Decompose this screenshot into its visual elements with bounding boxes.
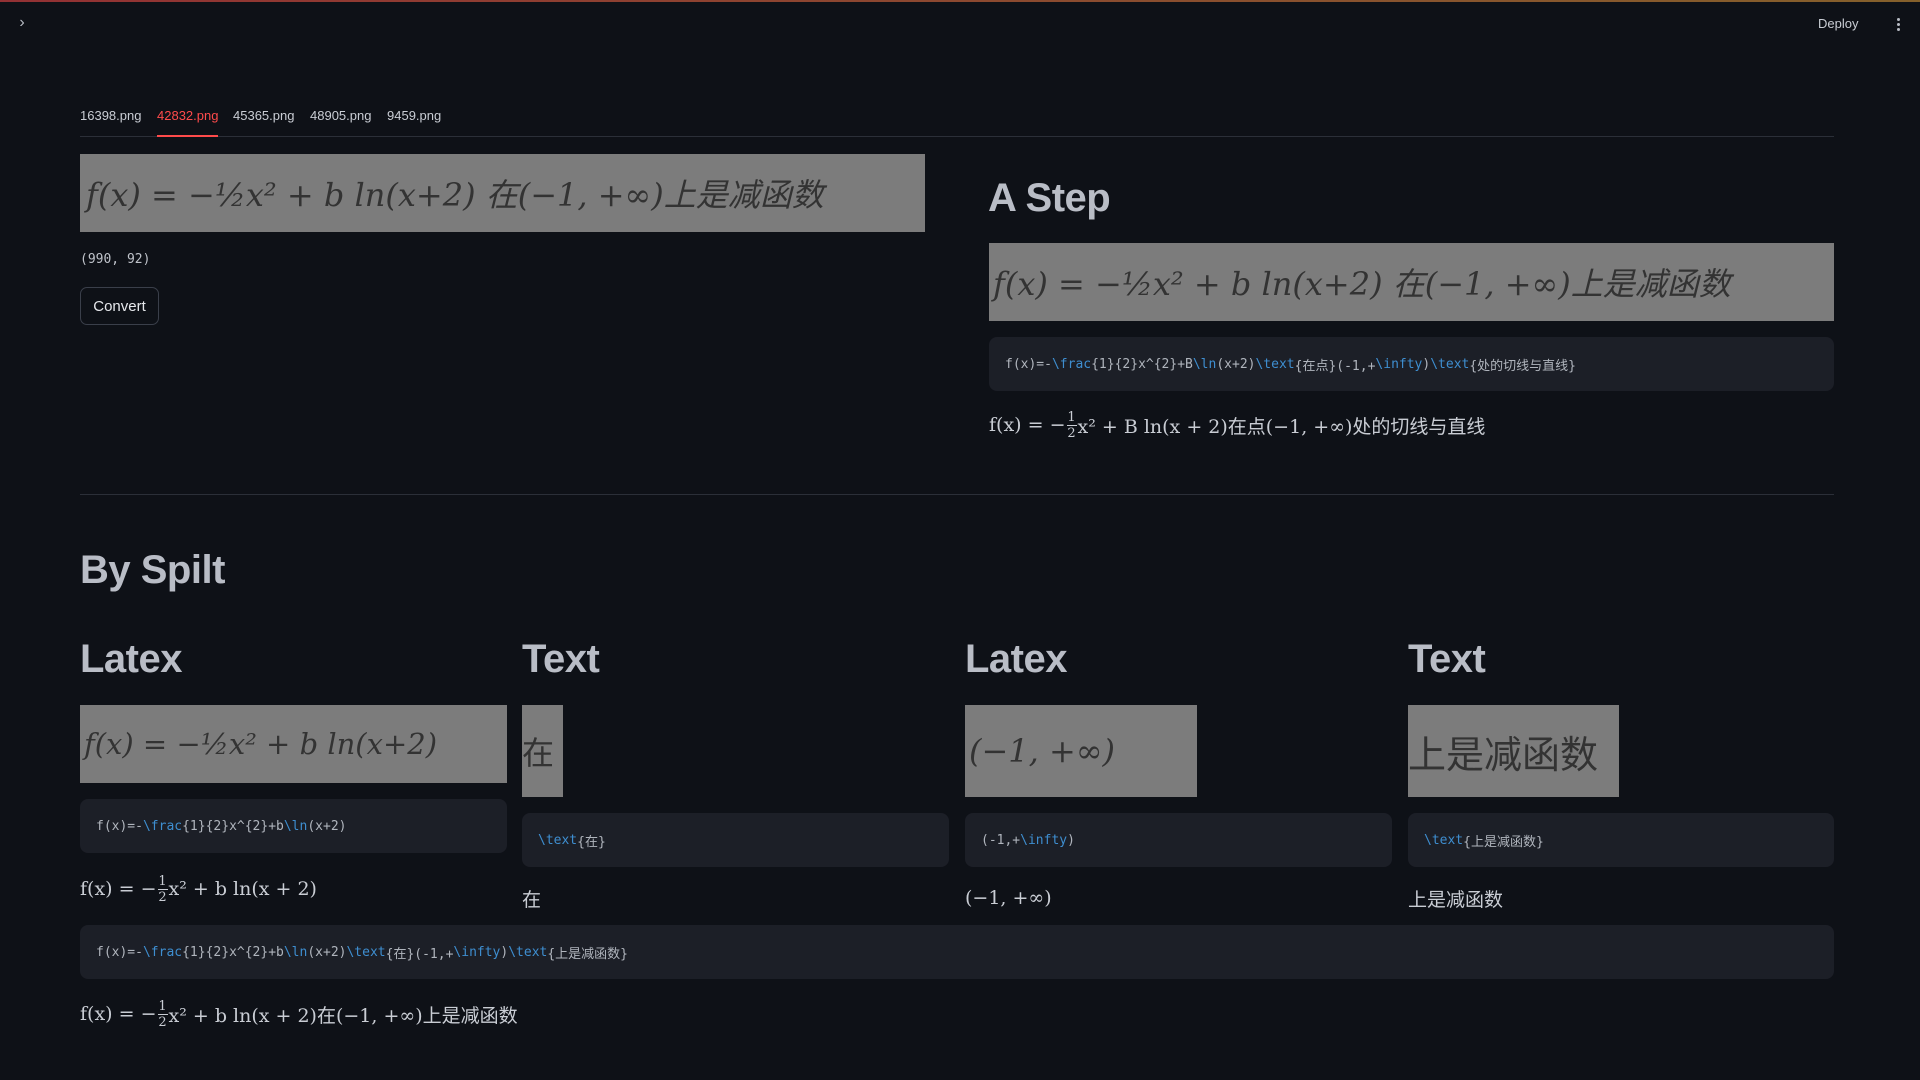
kebab-menu-icon[interactable] (1892, 14, 1904, 34)
split-code-text-1[interactable]: \text {在} (522, 813, 949, 867)
combined-rendered-formula: f(x) = − 12 x² + b ln(x + 2)在(−1, +∞)上是减… (80, 998, 518, 1030)
split-code-latex-1[interactable]: f(x)=- \frac {1}{2}x^{2}+b \ln (x+2) (80, 799, 507, 853)
image-size-caption: (990, 92) (80, 252, 151, 267)
a-step-formula-text: f(x) = −½x² + b ln(x+2) 在(−1, +∞)上是减函数 (993, 265, 1731, 303)
a-step-rendered-formula: f(x) = − 12 x² + B ln(x + 2)在点(−1, +∞)处的… (989, 409, 1486, 441)
split-image-latex-2: (−1, +∞) (965, 705, 1197, 797)
fraction-one-half: 12 (1066, 409, 1077, 441)
tab-48905[interactable]: 48905.png (310, 104, 371, 137)
by-split-heading: By Spilt (80, 548, 225, 592)
source-formula-image: f(x) = −½x² + b ln(x+2) 在(−1, +∞)上是减函数 (80, 154, 925, 232)
tab-42832[interactable]: 42832.png (157, 104, 219, 137)
combined-latex-code[interactable]: f(x)=- \frac {1}{2}x^{2}+b \ln (x+2) \text {在}… (80, 925, 1834, 979)
convert-button[interactable]: Convert (80, 287, 159, 325)
column-heading-latex-1: Latex (80, 637, 183, 681)
file-tabs: 16398.png 42832.png 45365.png 48905.png … (80, 104, 1834, 137)
section-divider (80, 494, 1834, 495)
split-rendered-latex-1: f(x) = − 12 x² + b ln(x + 2) (80, 873, 317, 905)
column-heading-text-2: Text (1408, 637, 1486, 681)
deploy-button[interactable]: Deploy (1818, 14, 1878, 34)
a-step-heading: A Step (988, 176, 1111, 220)
top-decoration-line (0, 0, 1920, 2)
split-rendered-latex-2: (−1, +∞) (965, 887, 1052, 909)
split-image-latex-1: f(x) = −½x² + b ln(x+2) (80, 705, 507, 783)
fraction-one-half: 12 (157, 873, 168, 905)
fraction-one-half: 12 (157, 998, 168, 1030)
split-code-latex-2[interactable]: (-1,+ \infty) (965, 813, 1392, 867)
split-rendered-text-1: 在 (522, 888, 542, 911)
column-heading-latex-2: Latex (965, 637, 1068, 681)
split-image-text-2: 上是减函数 (1408, 705, 1619, 797)
a-step-formula-image: f(x) = −½x² + b ln(x+2) 在(−1, +∞)上是减函数 (989, 243, 1834, 321)
tab-45365[interactable]: 45365.png (233, 104, 294, 137)
a-step-latex-code[interactable]: f(x)=- \frac {1}{2}x^{2}+B \ln (x+2) \text {在点… (989, 337, 1834, 391)
split-rendered-text-2: 上是减函数 (1408, 888, 1504, 911)
split-code-text-2[interactable]: \text {上是减函数} (1408, 813, 1834, 867)
chevron-right-icon[interactable]: › (14, 14, 30, 32)
tab-9459[interactable]: 9459.png (387, 104, 441, 137)
source-formula-text: f(x) = −½x² + b ln(x+2) 在(−1, +∞)上是减函数 (86, 176, 824, 214)
tab-16398[interactable]: 16398.png (80, 104, 141, 137)
split-image-text-1: 在 (522, 705, 563, 797)
column-heading-text-1: Text (522, 637, 600, 681)
